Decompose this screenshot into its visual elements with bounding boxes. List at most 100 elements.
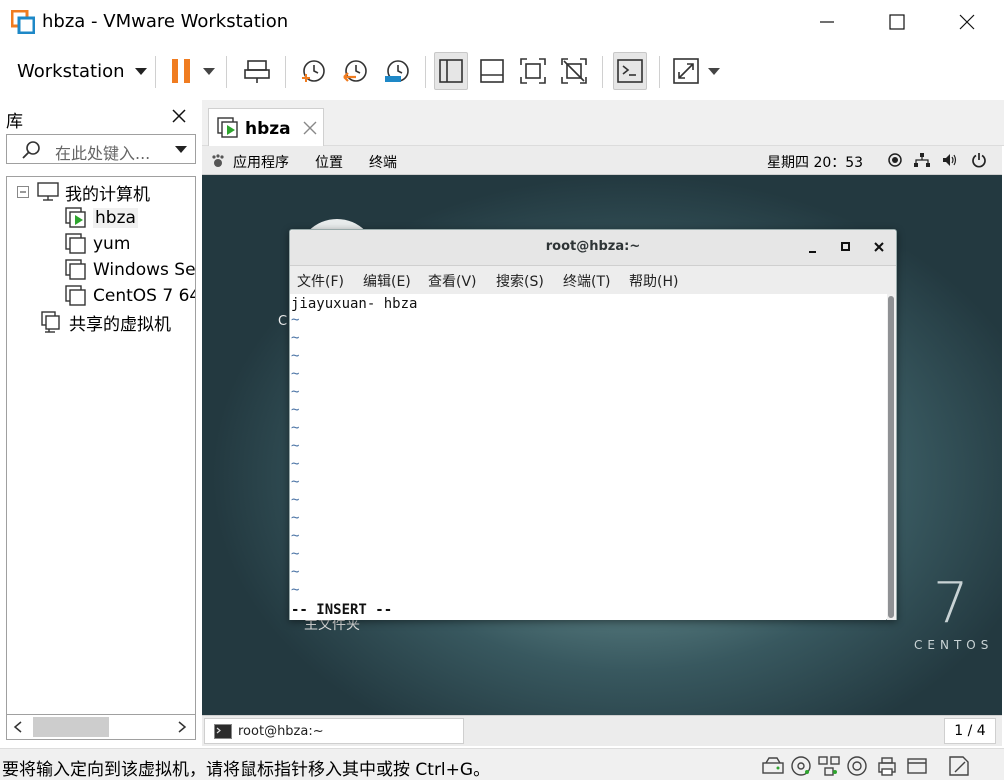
tree-item-centos[interactable]: CentOS 7 64 — [65, 283, 195, 309]
vm-icon — [65, 285, 86, 306]
tree-item-shared-vms[interactable]: 共享的虚拟机 — [41, 309, 171, 335]
vm-running-icon — [65, 207, 86, 228]
revert-snapshot-button[interactable] — [338, 52, 372, 90]
library-horizontal-scrollbar[interactable] — [6, 714, 196, 740]
network-icon[interactable] — [914, 153, 930, 167]
terminal-menu-terminal[interactable]: 终端(T) — [563, 271, 610, 291]
hard-disk-icon[interactable] — [762, 755, 784, 777]
terminal-menu-edit[interactable]: 编辑(E) — [363, 271, 411, 291]
snapshot-manager-button[interactable] — [380, 52, 414, 90]
vim-empty-line: ~ — [291, 492, 300, 508]
pause-button[interactable] — [164, 52, 198, 90]
gnome-clock[interactable]: 星期四 20：53 — [767, 152, 863, 172]
workstation-menu-button[interactable]: Workstation — [9, 52, 155, 90]
search-placeholder: 在此处键入... — [55, 144, 151, 163]
vim-empty-line: ~ — [291, 384, 300, 400]
usb-printer-icon[interactable] — [876, 755, 898, 777]
tree-item-yum[interactable]: yum — [65, 231, 130, 257]
toolbar-divider — [425, 56, 426, 88]
display-icon[interactable] — [906, 755, 928, 777]
library-tree: 我的计算机 hbza yum Windows Se CentOS 7 64 共享… — [6, 176, 196, 736]
vim-empty-line: ~ — [291, 366, 300, 382]
terminal-title: root@hbza:~ — [545, 239, 641, 254]
vm-running-icon — [217, 117, 238, 138]
collapse-icon[interactable] — [17, 186, 29, 198]
vim-empty-line: ~ — [291, 564, 300, 580]
stretch-guest-button[interactable] — [669, 52, 703, 90]
vm-guest-screen[interactable]: C 主文件夹 7 CENTOS 应用程序 位置 终端 星期四 20：53 roo… — [202, 146, 1002, 746]
console-view-button[interactable] — [613, 52, 647, 90]
terminal-menu-file[interactable]: 文件(F) — [297, 271, 344, 291]
toolbar: Workstation — [0, 44, 1004, 98]
close-library-icon[interactable] — [172, 109, 186, 123]
title-bar: hbza - VMware Workstation — [0, 0, 1004, 44]
revert-snapshot-icon — [343, 60, 367, 82]
gnome-menu-terminal[interactable]: 终端 — [369, 152, 397, 172]
scrollbar-thumb[interactable] — [33, 717, 109, 737]
message-log-icon[interactable] — [948, 755, 970, 777]
gnome-foot-icon — [212, 154, 224, 167]
taskbar-item-terminal[interactable]: root@hbza:~ — [204, 718, 464, 744]
sound-card-icon[interactable] — [846, 755, 868, 777]
cd-dvd-icon[interactable] — [790, 755, 812, 777]
desktop-decoration-text: C — [278, 314, 288, 329]
computer-icon — [37, 182, 59, 201]
show-library-button[interactable] — [434, 52, 468, 90]
snapshot-icon — [302, 60, 325, 82]
terminal-scrollbar-thumb[interactable] — [888, 296, 894, 618]
snapshot-button[interactable] — [296, 52, 330, 90]
send-ctrl-alt-del-button[interactable] — [240, 52, 274, 90]
close-button[interactable] — [932, 0, 1002, 44]
thumbnail-bar-button[interactable] — [475, 52, 509, 90]
library-title: 库 — [6, 112, 23, 132]
vm-icon — [65, 259, 86, 280]
tree-item-hbza[interactable]: hbza — [65, 205, 138, 231]
tree-item-my-computer[interactable]: 我的计算机 — [17, 179, 150, 205]
maximize-button[interactable] — [862, 0, 932, 44]
vim-empty-line: ~ — [291, 312, 300, 328]
thumbnail-layout-icon — [480, 59, 504, 83]
terminal-minimize-icon[interactable] — [808, 244, 818, 254]
search-icon — [22, 141, 40, 159]
vim-empty-line: ~ — [291, 582, 300, 598]
tree-item-windows[interactable]: Windows Se — [65, 257, 195, 283]
terminal-menu-help[interactable]: 帮助(H) — [629, 271, 678, 291]
terminal-menu-search[interactable]: 搜索(S) — [496, 271, 544, 291]
console-icon — [617, 59, 643, 83]
stretch-dropdown-icon[interactable] — [708, 68, 720, 75]
terminal-title-bar[interactable]: root@hbza:~ — [290, 230, 896, 266]
vm-icon — [65, 233, 86, 254]
toolbar-divider — [226, 56, 227, 88]
network-adapter-icon[interactable] — [818, 755, 840, 777]
tab-hbza[interactable]: hbza — [208, 108, 324, 146]
gnome-menu-applications[interactable]: 应用程序 — [233, 152, 289, 172]
terminal-window[interactable]: root@hbza:~ 文件(F) 编辑(E) 查看(V) 搜索(S) 终端(T… — [289, 229, 897, 620]
vim-empty-line: ~ — [291, 330, 300, 346]
window-title: hbza - VMware Workstation — [42, 11, 289, 32]
power-icon[interactable] — [971, 152, 987, 168]
library-search-input[interactable]: 在此处键入... — [6, 134, 196, 164]
close-tab-icon[interactable] — [303, 121, 317, 135]
terminal-close-icon[interactable] — [874, 242, 884, 252]
scroll-right-icon[interactable] — [177, 721, 187, 733]
terminal-text-area[interactable]: jiayuxuan- hbza ~ ~ ~ ~ ~ ~ ~ ~ ~ ~ ~ ~ … — [290, 294, 886, 620]
accessibility-icon[interactable] — [888, 153, 902, 167]
terminal-scrollbar[interactable] — [887, 294, 896, 620]
volume-icon[interactable] — [942, 153, 958, 167]
workspace-pager[interactable]: 1 / 4 — [944, 718, 996, 744]
pause-icon — [172, 59, 190, 83]
library-panel: 库 在此处键入... 我的计算机 hbza yum Windows Se Cen… — [0, 100, 200, 748]
minimize-icon — [820, 21, 834, 23]
minimize-button[interactable] — [792, 0, 862, 44]
terminal-maximize-icon[interactable] — [841, 242, 851, 252]
search-dropdown-icon[interactable] — [175, 146, 187, 153]
unity-icon — [561, 58, 587, 84]
full-screen-button[interactable] — [516, 52, 550, 90]
unity-button[interactable] — [557, 52, 591, 90]
terminal-menu-view[interactable]: 查看(V) — [428, 271, 477, 291]
vim-empty-line: ~ — [291, 528, 300, 544]
scroll-left-icon[interactable] — [13, 721, 23, 733]
vim-empty-line: ~ — [291, 438, 300, 454]
pause-dropdown-icon[interactable] — [203, 68, 215, 75]
gnome-menu-places[interactable]: 位置 — [315, 152, 343, 172]
